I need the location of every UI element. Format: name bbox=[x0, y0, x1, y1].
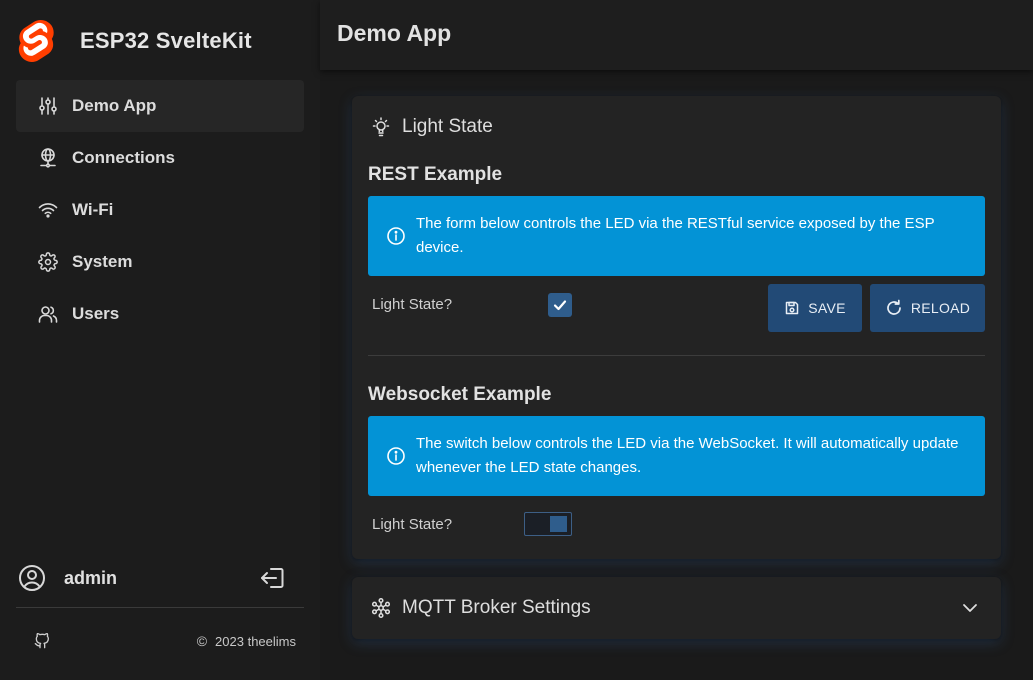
sidebar-item-users[interactable]: Users bbox=[16, 288, 304, 340]
light-state-card: Light State REST Example The form below … bbox=[352, 96, 1001, 559]
reload-button-label: RELOAD bbox=[910, 300, 971, 316]
sidebar-divider bbox=[16, 607, 304, 608]
user-avatar-icon[interactable] bbox=[18, 564, 46, 592]
mqtt-card-header: MQTT Broker Settings bbox=[370, 597, 591, 619]
globe-network-icon bbox=[38, 148, 58, 168]
sidebar-item-label: System bbox=[72, 252, 133, 271]
sidebar-item-wifi[interactable]: Wi-Fi bbox=[16, 184, 304, 236]
websocket-info-text: The switch below controls the LED via th… bbox=[416, 435, 959, 476]
rest-light-state-label: Light State? bbox=[372, 296, 453, 313]
copyright: © 2023 theelims bbox=[197, 633, 296, 649]
brand-title: ESP32 SvelteKit bbox=[80, 28, 252, 53]
sidebar: ESP32 SvelteKit Demo App Connections Wi-… bbox=[0, 0, 320, 680]
websocket-light-state-toggle[interactable] bbox=[524, 512, 572, 536]
copyright-icon: © bbox=[196, 633, 208, 649]
save-button[interactable]: SAVE bbox=[768, 284, 862, 332]
websocket-light-state-label: Light State? bbox=[372, 516, 453, 533]
gear-icon bbox=[38, 252, 58, 272]
refresh-icon bbox=[886, 299, 901, 315]
sidebar-nav: Demo App Connections Wi-Fi System Users bbox=[16, 80, 304, 340]
save-icon bbox=[785, 301, 799, 315]
websocket-info-alert: The switch below controls the LED via th… bbox=[368, 416, 985, 496]
wifi-icon bbox=[38, 200, 58, 220]
sidebar-item-connections[interactable]: Connections bbox=[16, 132, 304, 184]
toggle-knob bbox=[550, 516, 567, 532]
section-divider bbox=[368, 355, 985, 356]
save-button-label: SAVE bbox=[808, 300, 846, 316]
brand[interactable]: ESP32 SvelteKit bbox=[18, 18, 252, 64]
reload-button[interactable]: RELOAD bbox=[870, 284, 985, 332]
sidebar-item-label: Connections bbox=[72, 148, 175, 167]
mqtt-broker-settings-card[interactable]: MQTT Broker Settings bbox=[352, 577, 1001, 639]
lightbulb-icon bbox=[372, 117, 390, 137]
svelte-logo-icon bbox=[18, 19, 54, 62]
logout-icon[interactable] bbox=[258, 563, 288, 593]
sidebar-item-label: Users bbox=[72, 304, 120, 323]
rest-info-text: The form below controls the LED via the … bbox=[416, 215, 935, 256]
sliders-icon bbox=[38, 96, 58, 116]
sidebar-item-label: Wi-Fi bbox=[72, 200, 114, 219]
user-name: admin bbox=[64, 567, 118, 588]
rest-light-state-checkbox[interactable] bbox=[548, 293, 572, 317]
sidebar-footer: © 2023 theelims bbox=[34, 630, 296, 652]
mqtt-card-title: MQTT Broker Settings bbox=[402, 597, 591, 618]
light-state-card-header: Light State bbox=[370, 116, 493, 138]
sidebar-item-label: Demo App bbox=[72, 96, 157, 115]
user-row: admin bbox=[18, 560, 304, 596]
websocket-example-heading: Websocket Example bbox=[368, 384, 552, 405]
light-state-title: Light State bbox=[402, 116, 493, 137]
page-title: Demo App bbox=[337, 20, 452, 46]
github-icon[interactable] bbox=[34, 633, 50, 649]
info-icon bbox=[387, 447, 405, 465]
rest-example-heading: REST Example bbox=[368, 164, 503, 185]
sidebar-item-system[interactable]: System bbox=[16, 236, 304, 288]
mqtt-hub-icon bbox=[371, 597, 391, 619]
users-icon bbox=[38, 304, 58, 324]
chevron-down-icon[interactable] bbox=[961, 599, 979, 617]
sidebar-item-demo-app[interactable]: Demo App bbox=[16, 80, 304, 132]
info-icon bbox=[387, 227, 405, 245]
checkmark-icon bbox=[553, 300, 567, 311]
header: Demo App bbox=[320, 0, 1033, 70]
copyright-text: 2023 theelims bbox=[215, 633, 296, 649]
rest-info-alert: The form below controls the LED via the … bbox=[368, 196, 985, 276]
